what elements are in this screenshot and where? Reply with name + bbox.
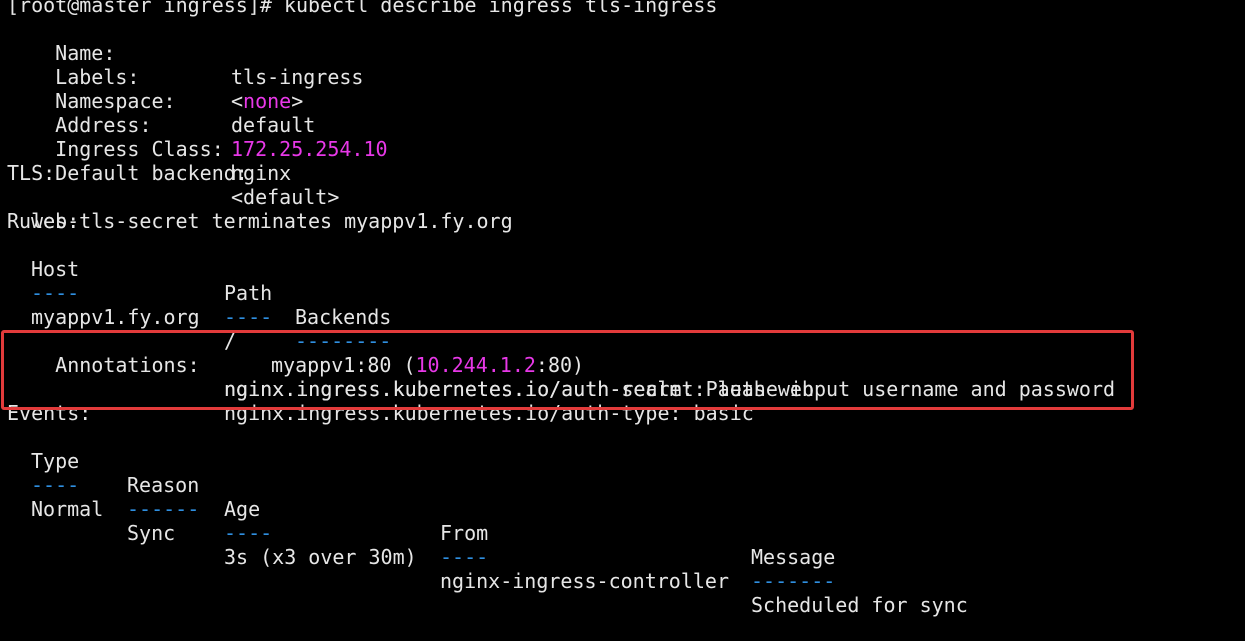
annotations-highlight-box (1, 330, 1134, 410)
event-reason: Sync (127, 521, 176, 545)
labels-none-value: none (243, 89, 292, 113)
event-from: nginx-ingress-controller (440, 569, 729, 593)
events-separator-age: ---- (224, 521, 273, 545)
field-ingress-class: Ingress Class: nginx (7, 113, 291, 185)
events-table-row: Normal Sync 3s (x3 over 30m) nginx-ingre… (7, 473, 968, 617)
labels-open-bracket: < (231, 89, 244, 113)
tls-entry: web-tls-secret terminates myappv1.fy.org (7, 185, 513, 233)
terminal-window[interactable]: [root@master ingress]# kubectl describe … (0, 0, 1245, 617)
rules-header-backends: Backends (295, 305, 392, 329)
rules-section-label: Rules: (7, 209, 80, 233)
tls-section-label: TLS: (7, 161, 56, 185)
events-header-from: From (440, 521, 489, 545)
field-labels-value: <none> (231, 89, 303, 113)
rules-path-row: / myappv1:80 (10.244.1.2:80) (7, 305, 584, 377)
rules-host-value: myappv1.fy.org (31, 305, 200, 329)
field-name-value: tls-ingress (231, 65, 364, 89)
rules-separator-path: ---- (224, 305, 273, 329)
rules-header-row: Host Path Backends (7, 233, 391, 329)
events-separator-message: ------- (751, 569, 836, 593)
rules-separator-row: ---- ---- -------- (7, 257, 391, 353)
field-namespace: Namespace: default (7, 65, 315, 137)
events-header-reason: Reason (127, 473, 200, 497)
events-header-row: Type Reason Age From Message (7, 425, 835, 569)
rules-header-path: Path (224, 281, 273, 305)
event-age: 3s (x3 over 30m) (224, 545, 417, 569)
shell-prompt-line: [root@master ingress]# kubectl describe … (7, 0, 718, 17)
events-header-age: Age (224, 497, 261, 521)
field-default-backend-value: <default> (231, 185, 340, 209)
events-separator-from: ---- (440, 545, 489, 569)
field-address-value: 172.25.254.10 (231, 137, 388, 161)
field-labels: Labels: <none> (7, 41, 303, 113)
rules-host-row: myappv1.fy.org (7, 281, 200, 329)
labels-close-bracket: > (291, 89, 304, 113)
field-default-backend-label: Default backend: (55, 161, 248, 185)
event-type: Normal (31, 497, 104, 521)
tls-entry-text: web-tls-secret terminates myappv1.fy.org (31, 209, 513, 233)
events-separator-row: ---- ------ ---- ---- ------- (7, 449, 835, 593)
events-header-message: Message (751, 545, 836, 569)
field-default-backend: Default backend: <default> (7, 137, 339, 209)
field-name: Name: tls-ingress (7, 17, 363, 89)
field-address: Address: 172.25.254.10 (7, 89, 387, 161)
event-message: Scheduled for sync (751, 593, 968, 617)
events-separator-reason: ------ (127, 497, 200, 521)
field-namespace-value: default (231, 113, 316, 137)
